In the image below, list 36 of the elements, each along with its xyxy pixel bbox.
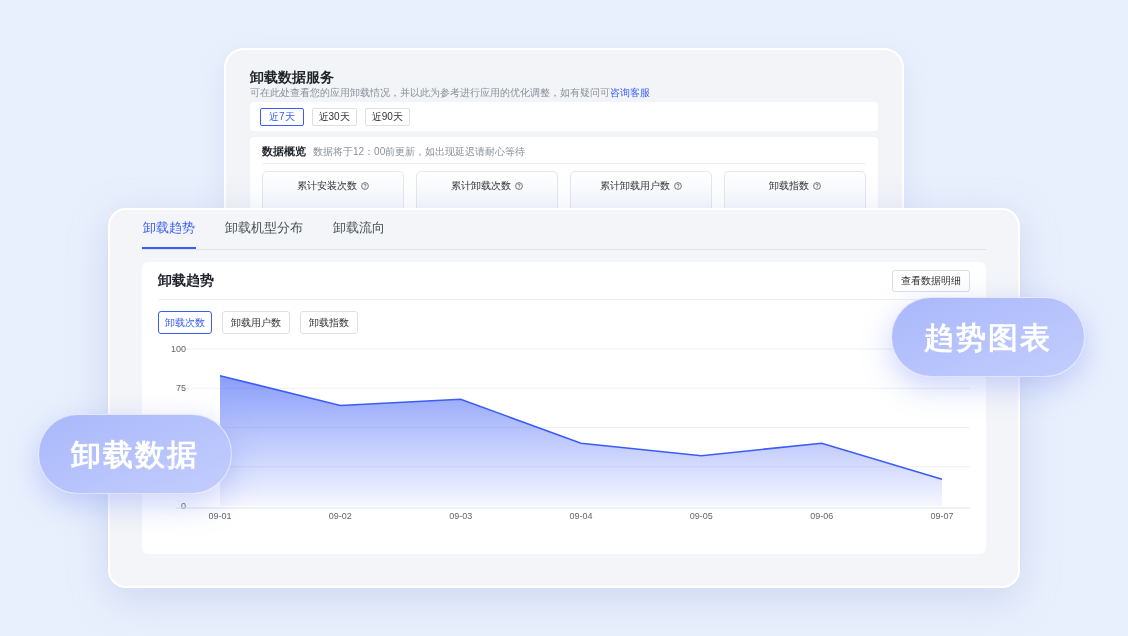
axis-label: 09-01 [208, 511, 232, 521]
card-title: 卸载趋势 [158, 271, 214, 290]
update-note: 数据将于12：00前更新，如出现延迟请耐心等待 [313, 145, 526, 159]
stat-label: 卸载指数 [769, 180, 809, 192]
help-icon [515, 182, 523, 190]
feature-badge: 趋势图表 [891, 297, 1085, 377]
subtitle: 可在此处查看您的应用卸载情况，并以此为参考进行应用的优化调整，如有疑问可咨询客服 [250, 86, 651, 99]
axis-label: 09-06 [810, 511, 834, 521]
help-icon [813, 182, 821, 190]
metric-tab[interactable]: 卸载指数 [300, 311, 358, 334]
feature-badge: 卸载数据 [38, 414, 232, 494]
axis-label: 09-05 [689, 511, 713, 521]
tab[interactable]: 卸载流向 [332, 209, 386, 249]
stat-label: 累计卸载次数 [451, 180, 511, 192]
range-tab[interactable]: 近7天 [260, 107, 304, 126]
help-icon [361, 182, 369, 190]
range-tab[interactable]: 近90天 [364, 107, 410, 126]
metric-tab[interactable]: 卸载次数 [158, 311, 212, 334]
link[interactable]: 咨询客服 [610, 87, 650, 98]
help-icon [674, 182, 682, 190]
stat-label: 累计卸载用户数 [600, 180, 670, 192]
axis-label: 09-02 [328, 511, 352, 521]
axis-label: 0 [181, 501, 186, 511]
axis-label: 09-04 [569, 511, 593, 521]
axis-label: 100 [170, 344, 186, 354]
axis-label: 09-03 [449, 511, 473, 521]
tab[interactable]: 卸载趋势 [142, 209, 196, 249]
detail-button[interactable]: 查看数据明细 [892, 269, 970, 292]
axis-label: 75 [176, 383, 186, 394]
metric-tab[interactable]: 卸载用户数 [222, 311, 290, 334]
page-title: 卸载数据服务 [250, 68, 335, 86]
axis-label: 09-07 [930, 511, 954, 521]
stat-label: 累计安装次数 [297, 180, 357, 192]
range-tab[interactable]: 近30天 [311, 107, 357, 126]
section-title: 数据概览 [262, 144, 306, 160]
tab[interactable]: 卸载机型分布 [224, 209, 304, 249]
